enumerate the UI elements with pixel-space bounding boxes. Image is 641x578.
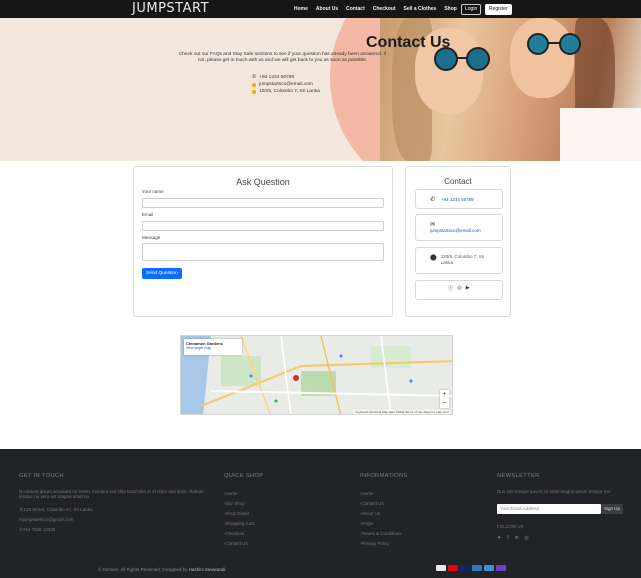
nav-about[interactable]: About Us	[316, 6, 338, 12]
payment-card-icon	[436, 565, 446, 571]
mastercard-icon	[448, 565, 458, 571]
email-label: Email	[142, 212, 154, 217]
sign-up-button[interactable]: Sign Up	[601, 503, 624, 514]
footer-info-terms[interactable]: ›Teams & Conditions	[360, 529, 408, 539]
footer: GET IN TOUCH No dolore ipsum accusam no …	[0, 449, 641, 578]
ask-question-heading: Ask Question	[236, 177, 290, 187]
facebook-icon[interactable]: f	[507, 535, 508, 541]
nav-sell[interactable]: Sell a Clothes	[404, 6, 437, 12]
page-title: Contact Us	[366, 34, 451, 51]
map-zoom-control[interactable]: + −	[440, 390, 449, 408]
contact-address: 120/5, Colombo 7, Sri Lanka	[440, 254, 485, 265]
map-pin-icon: ⬤	[430, 255, 437, 261]
message-label: Message	[142, 235, 161, 240]
newsletter-text: Duo stet tempor ipsum sit amet magna ips…	[497, 489, 611, 494]
footer-email: ✉jumpstartsco@gmail.com	[19, 517, 74, 522]
nav-contact[interactable]: Contact	[346, 6, 365, 12]
contact-phone[interactable]: +94 1234 56789	[441, 197, 474, 202]
designer-link[interactable]: Hashini Sewwandi	[189, 567, 226, 572]
payment-card-icon	[496, 565, 506, 571]
top-navbar: JUMPSTART Home About Us Contact Checkout…	[0, 0, 641, 18]
footer-informations: INFORMATIONS ›Home ›Contact Us ›About Us…	[360, 473, 408, 549]
hero-contact-info: ✆ +94 1234 56789 jumpstartsco@email.com 1…	[252, 74, 320, 95]
phone-icon: ✆	[430, 196, 436, 203]
footer-heading-informations: INFORMATIONS	[360, 473, 408, 479]
hero-banner: Contact Us Check out our FAQs and Stay S…	[0, 18, 641, 161]
message-textarea[interactable]	[142, 243, 384, 261]
hero-address: 120/5, Colombo 7, Sri Lanka	[259, 89, 320, 94]
location-icon	[252, 89, 256, 94]
contact-email[interactable]: jumpstartsco@email.com	[430, 228, 502, 233]
name-input[interactable]	[142, 198, 384, 208]
contact-social-box: ⓕ ◎ ▶	[415, 280, 503, 300]
payment-card-icon	[484, 565, 494, 571]
envelope-icon: ✉	[430, 222, 436, 228]
register-button[interactable]: Register	[485, 4, 512, 15]
footer-heading-quick-shop: QUICK SHOP	[224, 473, 264, 479]
sunglasses-icon	[527, 33, 581, 55]
linkedin-icon[interactable]: in	[515, 535, 519, 541]
hero-face-right	[510, 18, 574, 98]
nav-shop[interactable]: Shop	[444, 6, 457, 12]
footer-quick-shop: QUICK SHOP ›Home ›Our Shop ›Shop Detail …	[224, 473, 263, 549]
hero-email: jumpstartsco@email.com	[259, 82, 313, 87]
map-place-name: Cinnamon Gardens	[186, 341, 223, 346]
email-input[interactable]	[142, 221, 384, 231]
nav-links: Home About Us Contact Checkout Sell a Cl…	[294, 0, 457, 18]
facebook-icon[interactable]: ⓕ	[448, 285, 453, 292]
footer-info-privacy[interactable]: ›Privacy Policy	[360, 539, 408, 549]
copyright-text: © Domain. All Rights Reserved. Designed …	[98, 567, 188, 572]
footer-heading-get-in-touch: GET IN TOUCH	[19, 473, 64, 479]
footer-info-faqs[interactable]: ›FAQs	[360, 519, 408, 529]
footer-link-checkout[interactable]: ›Checkout	[224, 529, 263, 539]
footer-link-shopping-cart[interactable]: ›Shopping Cart	[224, 519, 263, 529]
footer-info-contact-us[interactable]: ›Contact Us	[360, 499, 408, 509]
contact-address-box: ⬤ 120/5, Colombo 7, Sri Lanka	[415, 247, 503, 274]
footer-about-text: No dolore ipsum accusam no lorem. Invidu…	[19, 489, 204, 499]
map-info-card: Cinnamon Gardens View larger map	[184, 339, 242, 355]
name-label: Your name	[142, 189, 164, 194]
contact-email-box[interactable]: ✉ jumpstartsco@email.com	[415, 214, 503, 241]
login-button[interactable]: Login	[461, 4, 482, 15]
instagram-icon[interactable]: ◎	[457, 285, 461, 292]
footer-link-home[interactable]: ›Home	[224, 489, 263, 499]
footer-info-about-us[interactable]: ›About Us	[360, 509, 408, 519]
brand-logo[interactable]: JUMPSTART	[132, 1, 209, 16]
footer-link-shop-detail[interactable]: ›Shop Detail	[224, 509, 263, 519]
footer-newsletter: NEWSLETTER Duo stet tempor ipsum sit ame…	[497, 473, 632, 541]
send-question-button[interactable]: Send Question	[142, 268, 182, 279]
copyright: © Domain. All Rights Reserved. Designed …	[98, 567, 225, 572]
contact-heading: Contact	[444, 177, 472, 186]
nav-checkout[interactable]: Checkout	[373, 6, 396, 12]
hero-phone: +94 1234 56789	[259, 75, 295, 80]
contact-phone-box[interactable]: ✆ +94 1234 56789	[415, 189, 503, 209]
contact-card: Contact ✆ +94 1234 56789 ✉ jumpstartsco@…	[405, 166, 511, 317]
footer-get-in-touch: GET IN TOUCH No dolore ipsum accusam no …	[19, 473, 209, 535]
newsletter-email-input[interactable]: Your Email Address	[497, 503, 601, 514]
twitter-icon[interactable]: ✦	[497, 535, 501, 541]
follow-us-label: FOLLOW US	[497, 524, 524, 529]
payment-cards	[436, 565, 506, 571]
email-icon	[252, 82, 256, 87]
visa-icon	[460, 565, 470, 571]
hero-shirt	[560, 108, 641, 161]
phone-icon: ✆	[252, 74, 257, 80]
google-map[interactable]: Cinnamon Gardens View larger map + − Keyb…	[180, 335, 453, 415]
footer-info-home[interactable]: ›Home	[360, 489, 408, 499]
nav-home[interactable]: Home	[294, 6, 308, 12]
amex-icon	[472, 565, 482, 571]
youtube-icon[interactable]: ▶	[466, 285, 470, 292]
footer-heading-newsletter: NEWSLETTER	[497, 473, 540, 479]
instagram-icon[interactable]: ◎	[525, 535, 529, 541]
footer-address: ⦿123 Street, Colombo 07, Sri Lanka	[19, 507, 93, 512]
footer-social-icons: ✦ f in ◎	[497, 535, 632, 541]
view-larger-map-link[interactable]: View larger map	[184, 346, 242, 350]
hero-intro-text: Check out our FAQs and Stay Safe section…	[178, 52, 387, 63]
footer-link-contact-us[interactable]: ›Contact Us	[224, 539, 263, 549]
map-attribution: Keyboard shortcuts Map data ©2022 Terms …	[354, 410, 450, 414]
footer-link-our-shop[interactable]: ›Our Shop	[224, 499, 263, 509]
ask-question-card: Ask Question Your name Email Message Sen…	[133, 166, 393, 317]
footer-phone: ✆+94 7845 12345	[19, 527, 56, 532]
